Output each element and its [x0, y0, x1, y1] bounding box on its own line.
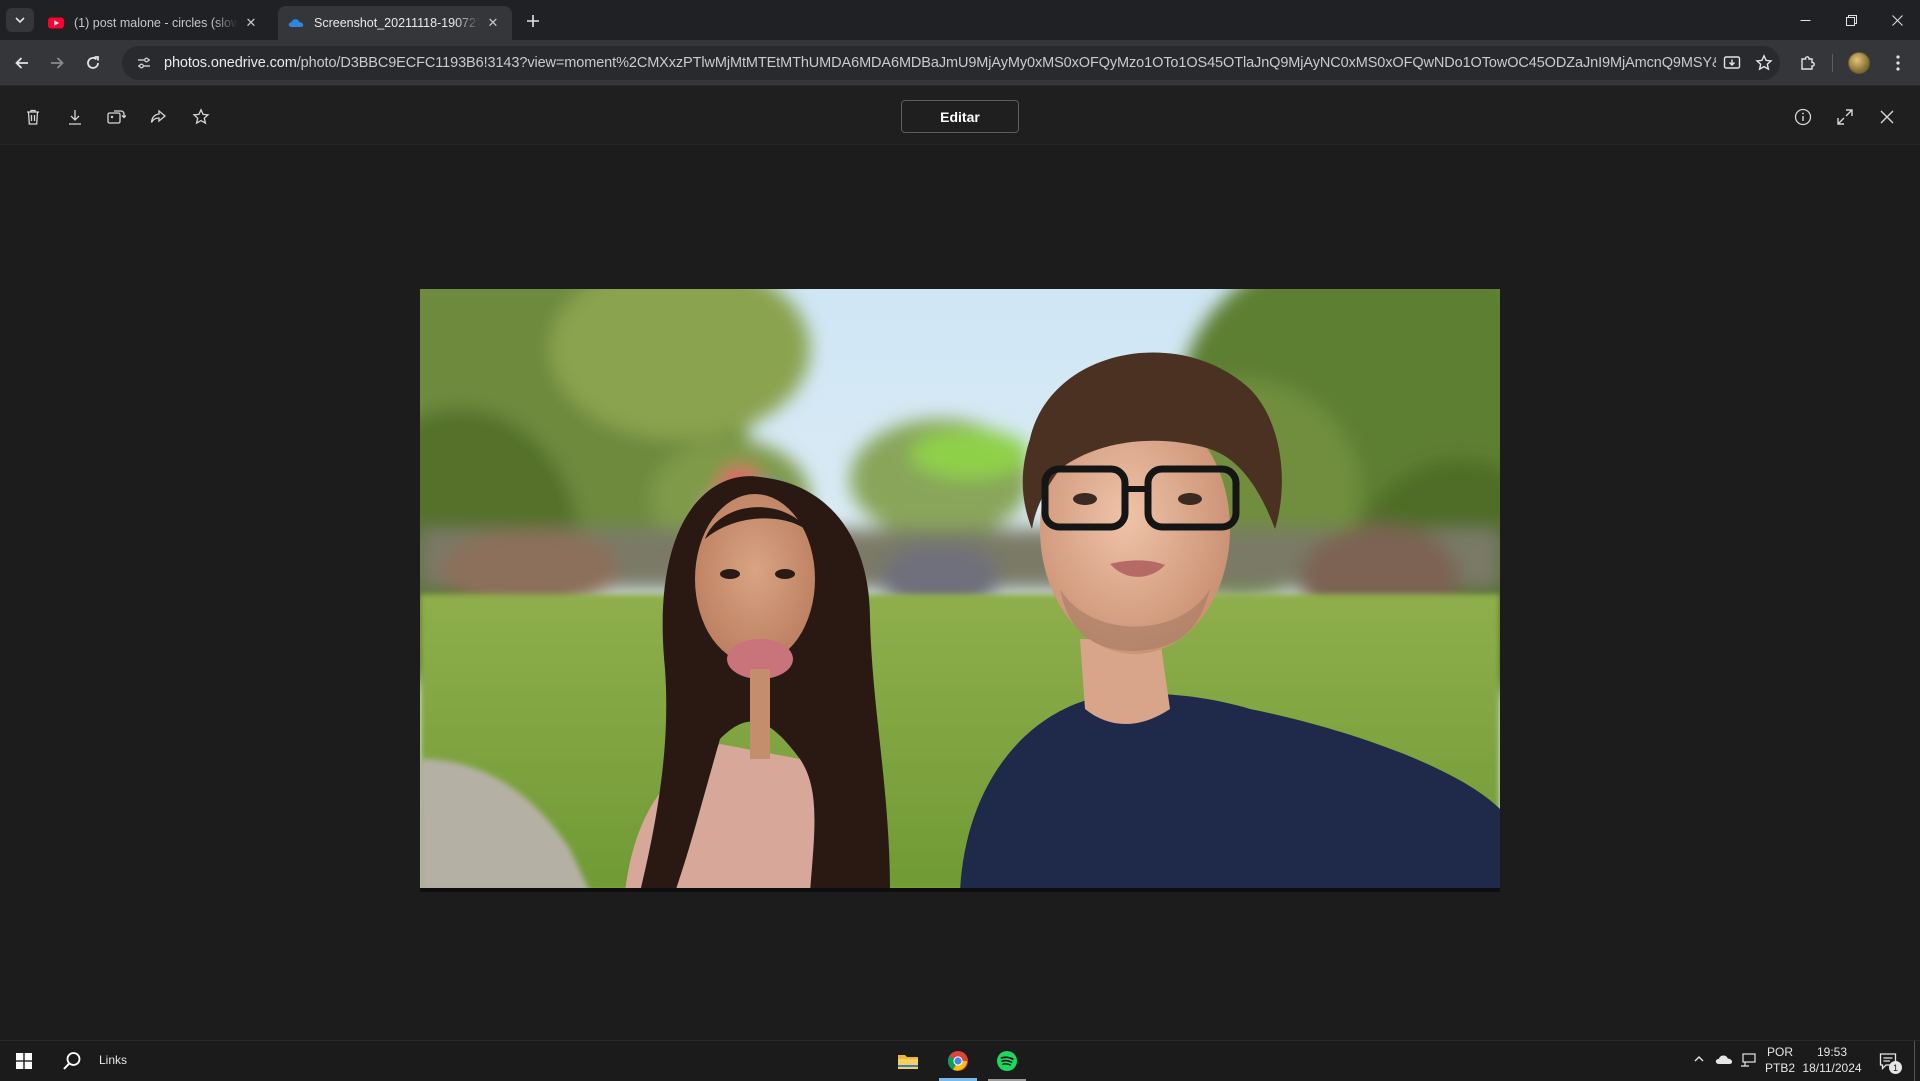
favorite-icon: [192, 108, 210, 125]
file-explorer-icon: [898, 1055, 918, 1069]
star-icon: [1755, 54, 1773, 71]
spotify-icon: [997, 1051, 1017, 1071]
restore-button[interactable]: [1828, 0, 1874, 40]
tab-search-button[interactable]: [6, 8, 34, 32]
tab-youtube[interactable]: (1) post malone - circles (slowed ✕: [38, 6, 270, 40]
extensions-button[interactable]: [1794, 49, 1822, 77]
profile-button[interactable]: [1845, 49, 1873, 77]
taskbar-search-button[interactable]: [56, 1047, 88, 1075]
tab-title: (1) post malone - circles (slowed: [74, 16, 238, 30]
forward-button[interactable]: [43, 49, 71, 77]
new-tab-button[interactable]: [520, 8, 546, 34]
rotate-button[interactable]: [101, 102, 131, 132]
tab-strip: (1) post malone - circles (slowed ✕ Scre…: [0, 0, 1920, 40]
install-icon: [1723, 56, 1741, 69]
close-window-button[interactable]: [1874, 0, 1920, 40]
clock-date: 18/11/2024: [1802, 1061, 1862, 1075]
clock-time: 19:53: [1816, 1045, 1848, 1059]
arrow-right-icon: [51, 57, 64, 69]
back-button[interactable]: [8, 49, 36, 77]
more-vertical-icon: [1896, 55, 1900, 71]
notification-center-button[interactable]: 1: [1876, 1049, 1902, 1074]
reload-button[interactable]: [79, 49, 107, 77]
taskbar-file-explorer[interactable]: [885, 1041, 931, 1081]
photo-viewer-toolbar: Editar: [0, 87, 1920, 145]
puzzle-icon: [1801, 56, 1815, 70]
site-info-icon[interactable]: [132, 51, 156, 75]
notification-badge: 1: [1889, 1061, 1902, 1074]
photo-stage: [0, 145, 1920, 1040]
avatar: [1848, 52, 1870, 74]
plus-icon: [527, 15, 539, 27]
taskbar-spotify[interactable]: [984, 1041, 1030, 1081]
close-icon: [1891, 14, 1903, 26]
selfie-photo: [420, 289, 1500, 888]
close-viewer-button[interactable]: [1872, 102, 1902, 132]
tab-onedrive[interactable]: Screenshot_20211118-190727_ ✕: [278, 6, 512, 40]
tab-close-button[interactable]: ✕: [242, 15, 260, 31]
youtube-icon: [48, 17, 64, 29]
download-button[interactable]: [60, 102, 90, 132]
tray-network[interactable]: [1740, 1053, 1756, 1070]
close-icon: [1880, 110, 1894, 124]
minimize-button[interactable]: [1782, 0, 1828, 40]
chrome-icon: [947, 1051, 968, 1071]
share-icon: [150, 109, 167, 123]
chevron-down-icon: [15, 17, 25, 24]
fullscreen-button[interactable]: [1830, 102, 1860, 132]
photo[interactable]: [420, 289, 1500, 892]
info-icon: [1794, 108, 1812, 126]
language-code: POR: [1767, 1045, 1794, 1059]
address-bar[interactable]: photos.onedrive.com/photo/D3BBC9ECFC1193…: [122, 46, 1780, 80]
cloud-icon: [1715, 1055, 1733, 1064]
chrome-menu-button[interactable]: [1884, 49, 1912, 77]
edit-button[interactable]: Editar: [901, 100, 1019, 133]
search-icon: [63, 1052, 81, 1070]
windows-icon: [16, 1053, 32, 1069]
taskbar-search-label[interactable]: Links: [99, 1053, 127, 1067]
bookmark-button[interactable]: [1748, 49, 1780, 77]
chevron-up-icon: [1694, 1056, 1704, 1062]
tab-title: Screenshot_20211118-190727_: [314, 16, 480, 30]
tray-overflow-button[interactable]: [1693, 1053, 1705, 1068]
network-icon: [1741, 1053, 1756, 1067]
browser-toolbar: photos.onedrive.com/photo/D3BBC9ECFC1193…: [0, 40, 1920, 86]
taskbar-chrome[interactable]: [935, 1041, 981, 1081]
taskbar: Links POR PTB2 19:53 18/11/2024 1: [0, 1040, 1920, 1081]
expand-icon: [1837, 109, 1853, 125]
install-app-button[interactable]: [1716, 49, 1748, 77]
input-language[interactable]: POR PTB2: [1765, 1044, 1795, 1076]
tray-onedrive[interactable]: [1715, 1053, 1733, 1068]
onedrive-icon: [288, 19, 304, 27]
minimize-icon: [1800, 19, 1810, 21]
url-host: photos.onedrive.com: [164, 55, 297, 71]
favorite-button[interactable]: [186, 102, 216, 132]
download-icon: [69, 110, 81, 125]
reload-icon: [87, 56, 99, 69]
toolbar-divider: [1832, 54, 1833, 72]
info-button[interactable]: [1788, 102, 1818, 132]
url-path: /photo/D3BBC9ECFC1193B6!3143?view=moment…: [296, 55, 1716, 71]
show-desktop-button[interactable]: [1914, 1041, 1920, 1081]
url-text[interactable]: photos.onedrive.com/photo/D3BBC9ECFC1193…: [164, 55, 1716, 71]
start-button[interactable]: [8, 1047, 40, 1075]
delete-button[interactable]: [18, 102, 48, 132]
restore-icon: [1845, 14, 1857, 26]
tab-close-button[interactable]: ✕: [484, 15, 502, 31]
clock[interactable]: 19:53 18/11/2024: [1800, 1044, 1864, 1076]
rotate-icon: [107, 110, 126, 124]
keyboard-layout: PTB2: [1765, 1061, 1796, 1075]
share-button[interactable]: [143, 102, 173, 132]
delete-icon: [27, 109, 39, 125]
arrow-left-icon: [15, 57, 28, 69]
